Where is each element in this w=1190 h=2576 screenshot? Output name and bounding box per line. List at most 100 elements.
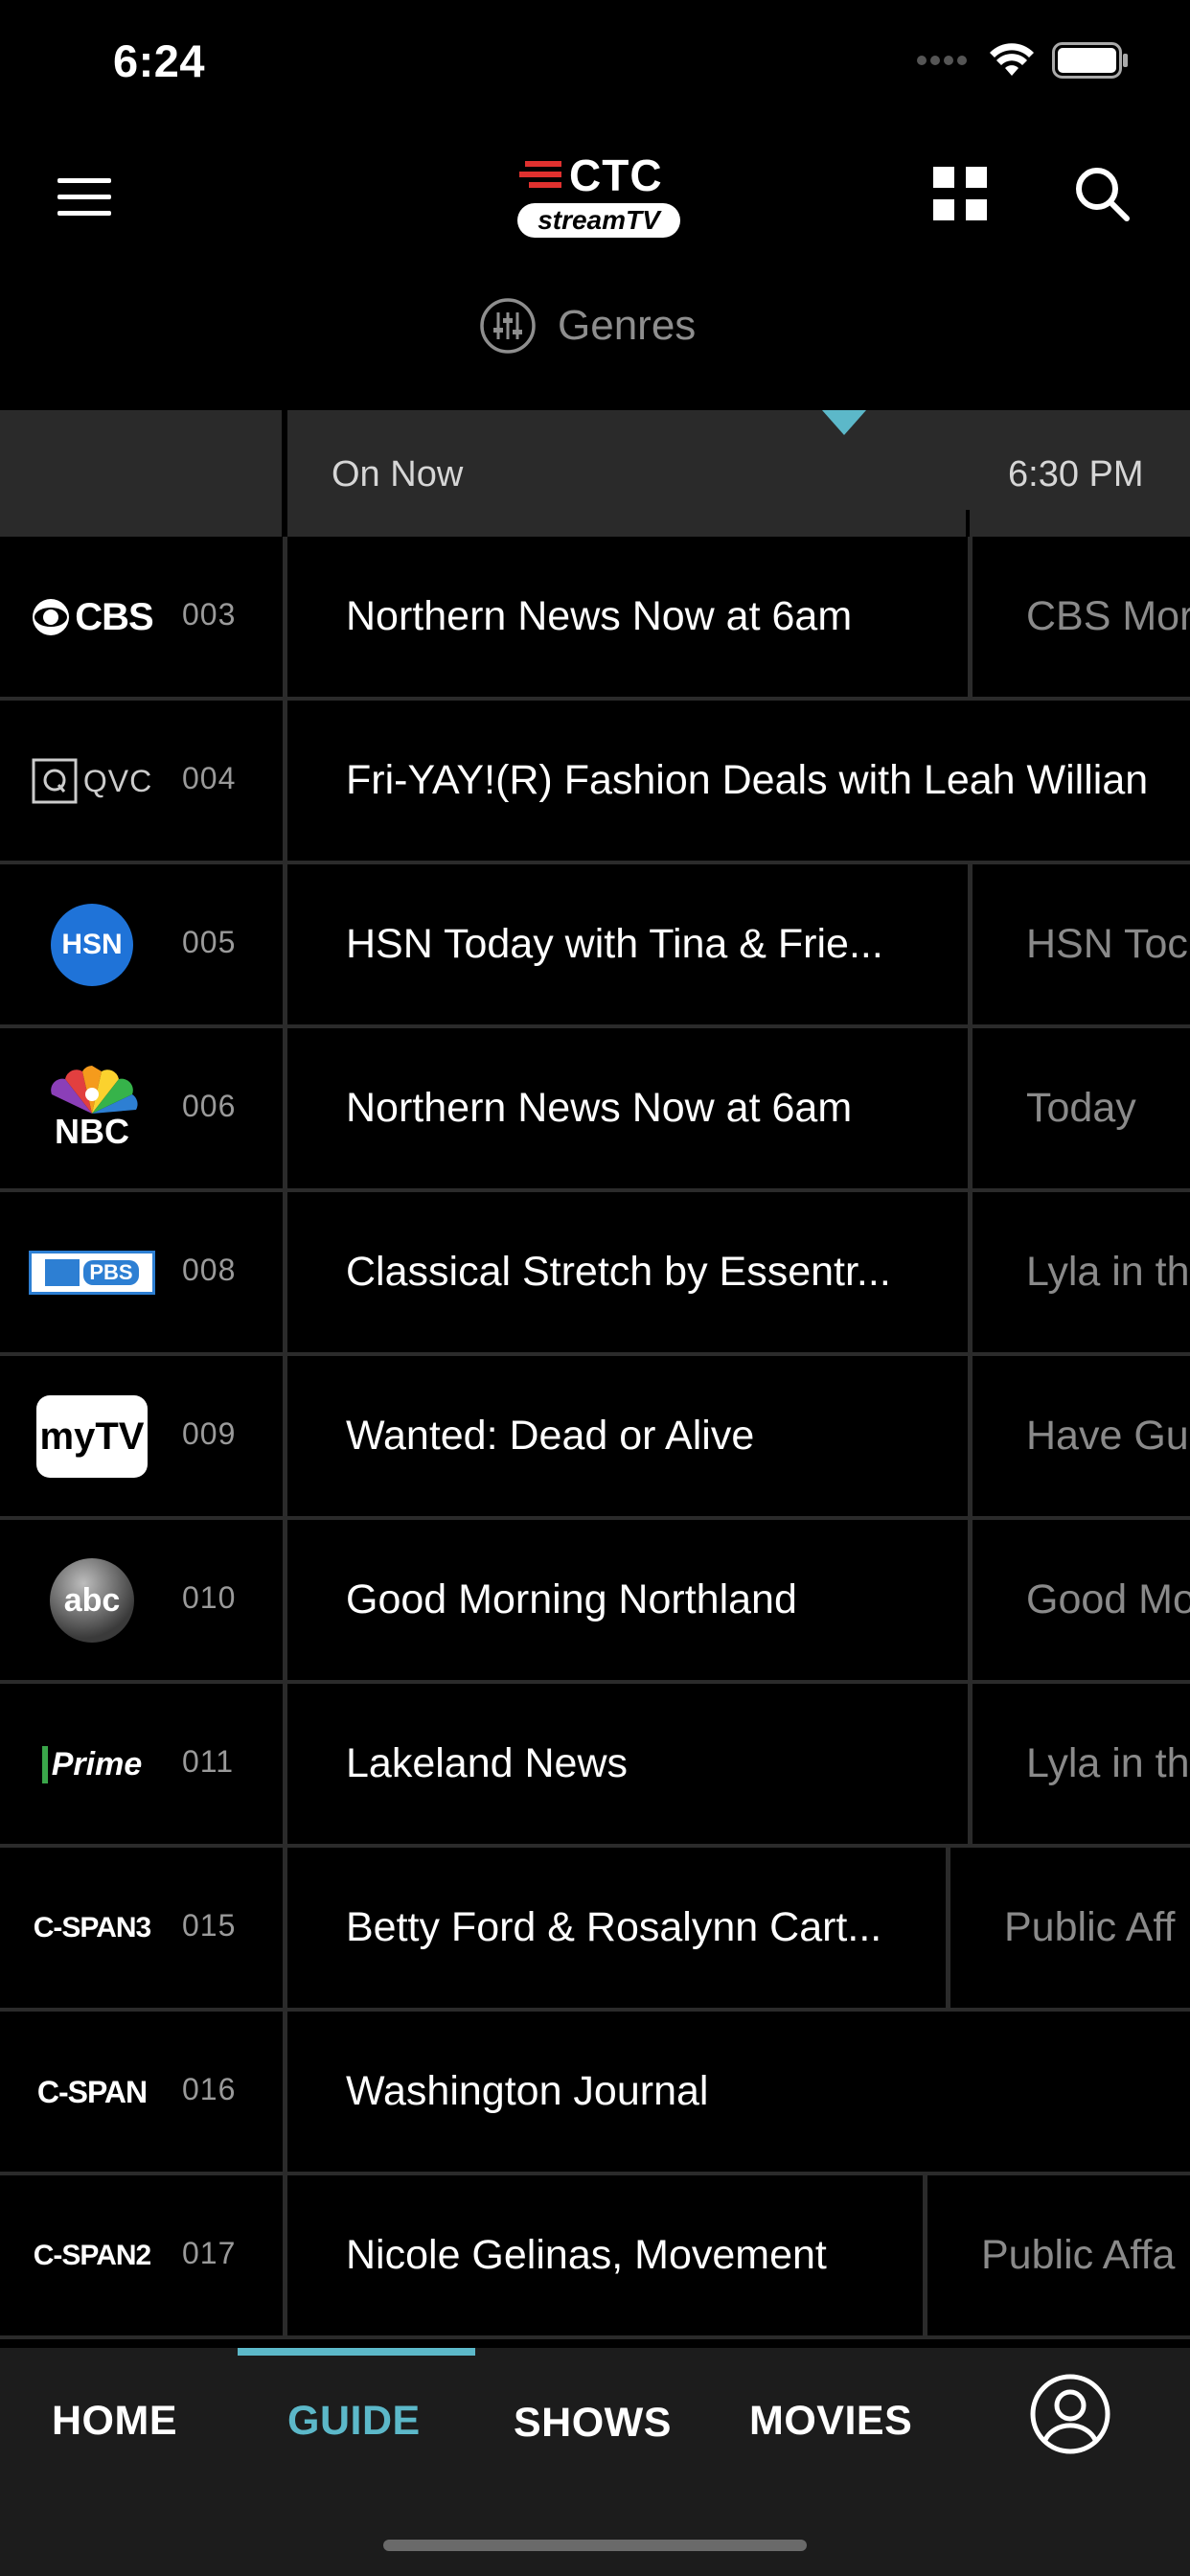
- channel-number: 017: [182, 2236, 237, 2270]
- logo-ctc-text: CTC: [569, 150, 663, 200]
- guide-row: abc 010 Good Morning Northland Good Mo: [0, 1520, 1190, 1684]
- channel-cell[interactable]: QVC 004: [0, 701, 287, 861]
- guide-row: C-SPAN2 017 Nicole Gelinas, Movement Pub…: [0, 2175, 1190, 2339]
- app-header: CTC streamTV Genres: [0, 134, 1190, 374]
- guide-row: NBC 006 Northern News Now at 6am Today: [0, 1028, 1190, 1192]
- battery-icon: [1052, 42, 1128, 79]
- time-slot-on-now: On Now: [332, 454, 464, 494]
- nbc-logo-icon: NBC: [27, 1063, 157, 1155]
- wifi-icon: [990, 43, 1034, 76]
- hsn-logo-icon: HSN: [27, 899, 157, 991]
- program-now[interactable]: Nicole Gelinas, Movement: [292, 2175, 923, 2335]
- channel-number: 010: [182, 1580, 237, 1615]
- app-logo: CTC streamTV: [508, 148, 690, 247]
- menu-button[interactable]: [50, 163, 119, 232]
- status-bar: 6:24: [0, 0, 1190, 134]
- guide-grid[interactable]: CBS 003 Northern News Now at 6am CBS Mor…: [0, 537, 1190, 2348]
- channel-number: 005: [182, 925, 237, 959]
- cspan2-logo-icon: C-SPAN2: [33, 2240, 151, 2271]
- mytv-logo-icon: myTV: [27, 1391, 157, 1483]
- program-now[interactable]: Washington Journal: [292, 2012, 1190, 2172]
- nav-guide[interactable]: GUIDE: [287, 2398, 421, 2445]
- program-now[interactable]: Wanted: Dead or Alive: [292, 1356, 968, 1516]
- nav-shows[interactable]: SHOWS: [514, 2400, 672, 2447]
- program-now[interactable]: Fri-YAY!(R) Fashion Deals with Leah Will…: [292, 701, 1190, 861]
- channel-cell[interactable]: abc 010: [0, 1520, 287, 1680]
- channel-cell[interactable]: C-SPAN 016: [0, 2012, 287, 2172]
- search-button[interactable]: [1067, 159, 1136, 228]
- program-next[interactable]: HSN Toc: [968, 864, 1190, 1024]
- program-now[interactable]: Betty Ford & Rosalynn Cart...: [292, 1848, 946, 2008]
- grid-view-button[interactable]: [926, 159, 995, 228]
- channel-number: 015: [182, 1908, 237, 1943]
- nav-movies[interactable]: MOVIES: [749, 2398, 912, 2445]
- active-tab-indicator: [238, 2348, 475, 2356]
- program-next[interactable]: Public Aff: [946, 1848, 1190, 2008]
- hamburger-menu-icon: [57, 178, 111, 216]
- time-slot-divider: [966, 510, 970, 537]
- program-now[interactable]: Northern News Now at 6am: [292, 537, 968, 697]
- program-now[interactable]: Good Morning Northland: [292, 1520, 968, 1680]
- channel-cell[interactable]: Prime 011: [0, 1684, 287, 1844]
- program-next[interactable]: Public Affa: [923, 2175, 1190, 2335]
- bottom-nav: HOME GUIDE SHOWS MOVIES: [0, 2348, 1190, 2576]
- genres-filter-button[interactable]: Genres: [479, 293, 696, 358]
- sliders-icon: [480, 298, 536, 354]
- nav-home[interactable]: HOME: [52, 2398, 177, 2445]
- search-icon: [1076, 168, 1130, 221]
- pbs-logo-icon: PBS: [27, 1227, 157, 1319]
- guide-row: CBS 003 Northern News Now at 6am CBS Mor: [0, 537, 1190, 701]
- cspan-logo-icon: C-SPAN: [36, 2074, 148, 2109]
- signal-icon: [917, 56, 967, 65]
- qvc-logo-icon: QVC: [27, 735, 157, 827]
- program-now[interactable]: Classical Stretch by Essentr...: [292, 1192, 968, 1352]
- guide-row: C-SPAN 016 Washington Journal: [0, 2012, 1190, 2175]
- abc-logo-icon: abc: [27, 1554, 157, 1646]
- program-now[interactable]: Northern News Now at 6am: [292, 1028, 968, 1188]
- program-next[interactable]: CBS Mor: [968, 537, 1190, 697]
- channel-cell[interactable]: myTV 009: [0, 1356, 287, 1516]
- channel-number: 003: [182, 597, 237, 632]
- guide-row: HSN 005 HSN Today with Tina & Frie... HS…: [0, 864, 1190, 1028]
- program-now[interactable]: Lakeland News: [292, 1684, 968, 1844]
- channel-number: 004: [182, 761, 237, 795]
- program-next[interactable]: Lyla in th: [968, 1192, 1190, 1352]
- guide-time-header: On Now 6:30 PM: [0, 410, 1190, 537]
- status-icons: [916, 42, 1129, 79]
- channel-cell[interactable]: PBS 008: [0, 1192, 287, 1352]
- channel-cell[interactable]: HSN 005: [0, 864, 287, 1024]
- channel-number: 006: [182, 1089, 237, 1123]
- channel-number: 016: [182, 2072, 237, 2106]
- profile-icon: [1030, 2374, 1110, 2454]
- channel-number: 008: [182, 1253, 237, 1287]
- channel-cell[interactable]: NBC 006: [0, 1028, 287, 1188]
- program-next[interactable]: Lyla in th: [968, 1684, 1190, 1844]
- program-next[interactable]: Have Gu: [968, 1356, 1190, 1516]
- genres-label: Genres: [558, 302, 697, 349]
- status-time: 6:24: [113, 35, 206, 86]
- channel-column-header: [0, 410, 287, 537]
- guide-row: C-SPAN3 015 Betty Ford & Rosalynn Cart..…: [0, 1848, 1190, 2012]
- channel-cell[interactable]: C-SPAN2 017: [0, 2175, 287, 2335]
- logo-streamtv-text: streamTV: [517, 203, 680, 238]
- channel-number: 009: [182, 1416, 237, 1451]
- channel-cell[interactable]: CBS 003: [0, 537, 287, 697]
- prime-logo-icon: Prime: [27, 1718, 157, 1810]
- channel-number: 011: [182, 1744, 235, 1779]
- guide-row: myTV 009 Wanted: Dead or Alive Have Gu: [0, 1356, 1190, 1520]
- guide-row: Prime 011 Lakeland News Lyla in th: [0, 1684, 1190, 1848]
- channel-cell[interactable]: C-SPAN3 015: [0, 1848, 287, 2008]
- time-slot-next: 6:30 PM: [1008, 454, 1144, 494]
- cbs-logo-icon: CBS: [27, 571, 157, 663]
- program-next[interactable]: Good Mo: [968, 1520, 1190, 1680]
- current-time-marker: [822, 410, 866, 435]
- grid-icon: [933, 167, 987, 220]
- cspan3-logo-icon: C-SPAN3: [33, 1912, 151, 1944]
- home-indicator: [383, 2540, 807, 2551]
- logo-bars-icon: [519, 161, 561, 188]
- guide-row: PBS 008 Classical Stretch by Essentr... …: [0, 1192, 1190, 1356]
- nav-profile-button[interactable]: [1029, 2373, 1111, 2455]
- guide-row: QVC 004 Fri-YAY!(R) Fashion Deals with L…: [0, 701, 1190, 864]
- program-next[interactable]: Today: [968, 1028, 1190, 1188]
- program-now[interactable]: HSN Today with Tina & Frie...: [292, 864, 968, 1024]
